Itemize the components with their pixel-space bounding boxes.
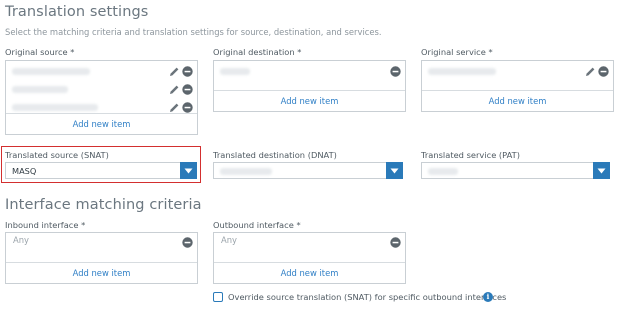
original-source-list: Add new item [5, 60, 198, 135]
outbound-interface-value: Any [221, 235, 237, 245]
inbound-interface-list: Any Add new item [5, 232, 198, 284]
original-destination-add-button[interactable]: Add new item [214, 90, 405, 111]
list-item [6, 63, 197, 80]
minus-circle-icon[interactable] [598, 66, 609, 77]
translation-settings-title: Translation settings [5, 4, 149, 20]
translated-destination-select[interactable] [213, 162, 403, 179]
original-service-list: Add new item [421, 60, 614, 112]
minus-circle-icon[interactable] [182, 237, 193, 248]
original-service-add-button[interactable]: Add new item [422, 90, 613, 111]
outbound-interface-list: Any Add new item [213, 232, 406, 284]
minus-circle-icon[interactable] [182, 66, 193, 77]
inbound-interface-value: Any [13, 235, 29, 245]
info-icon[interactable]: i [483, 292, 493, 302]
translated-service-select[interactable] [421, 162, 610, 179]
redacted-value [220, 68, 250, 75]
chevron-down-icon[interactable] [386, 162, 403, 179]
redacted-value [428, 168, 458, 175]
translated-service-label: Translated service (PAT) [421, 150, 520, 160]
original-destination-list: Add new item [213, 60, 406, 112]
translated-source-select[interactable]: MASQ [5, 162, 197, 179]
minus-circle-icon[interactable] [182, 84, 193, 95]
translation-settings-subtitle: Select the matching criteria and transla… [5, 27, 382, 37]
redacted-value [12, 86, 68, 93]
pencil-icon[interactable] [169, 66, 180, 77]
outbound-interface-add-button[interactable]: Add new item [214, 262, 405, 283]
minus-circle-icon[interactable] [182, 102, 193, 113]
redacted-value [12, 104, 98, 111]
redacted-value [12, 68, 90, 75]
minus-circle-icon[interactable] [390, 66, 401, 77]
outbound-interface-label: Outbound interface * [213, 220, 301, 230]
redacted-value [220, 168, 272, 175]
pencil-icon[interactable] [169, 102, 180, 113]
original-service-label: Original service * [421, 47, 493, 57]
list-item [6, 81, 197, 98]
original-source-add-button[interactable]: Add new item [6, 113, 197, 134]
translated-source-label: Translated source (SNAT) [5, 150, 109, 160]
interface-matching-title: Interface matching criteria [5, 197, 202, 213]
original-destination-label: Original destination * [213, 47, 302, 57]
translated-source-value: MASQ [12, 166, 37, 176]
chevron-down-icon[interactable] [180, 162, 197, 179]
minus-circle-icon[interactable] [390, 237, 401, 248]
redacted-value [428, 68, 496, 75]
translated-destination-label: Translated destination (DNAT) [213, 150, 337, 160]
pencil-icon[interactable] [585, 66, 596, 77]
list-item [422, 63, 613, 80]
list-item [214, 63, 405, 80]
original-source-label: Original source * [5, 47, 75, 57]
inbound-interface-label: Inbound interface * [5, 220, 86, 230]
chevron-down-icon[interactable] [593, 162, 610, 179]
override-snat-label: Override source translation (SNAT) for s… [228, 292, 507, 302]
pencil-icon[interactable] [169, 84, 180, 95]
inbound-interface-add-button[interactable]: Add new item [6, 262, 197, 283]
override-snat-checkbox[interactable] [213, 292, 223, 302]
